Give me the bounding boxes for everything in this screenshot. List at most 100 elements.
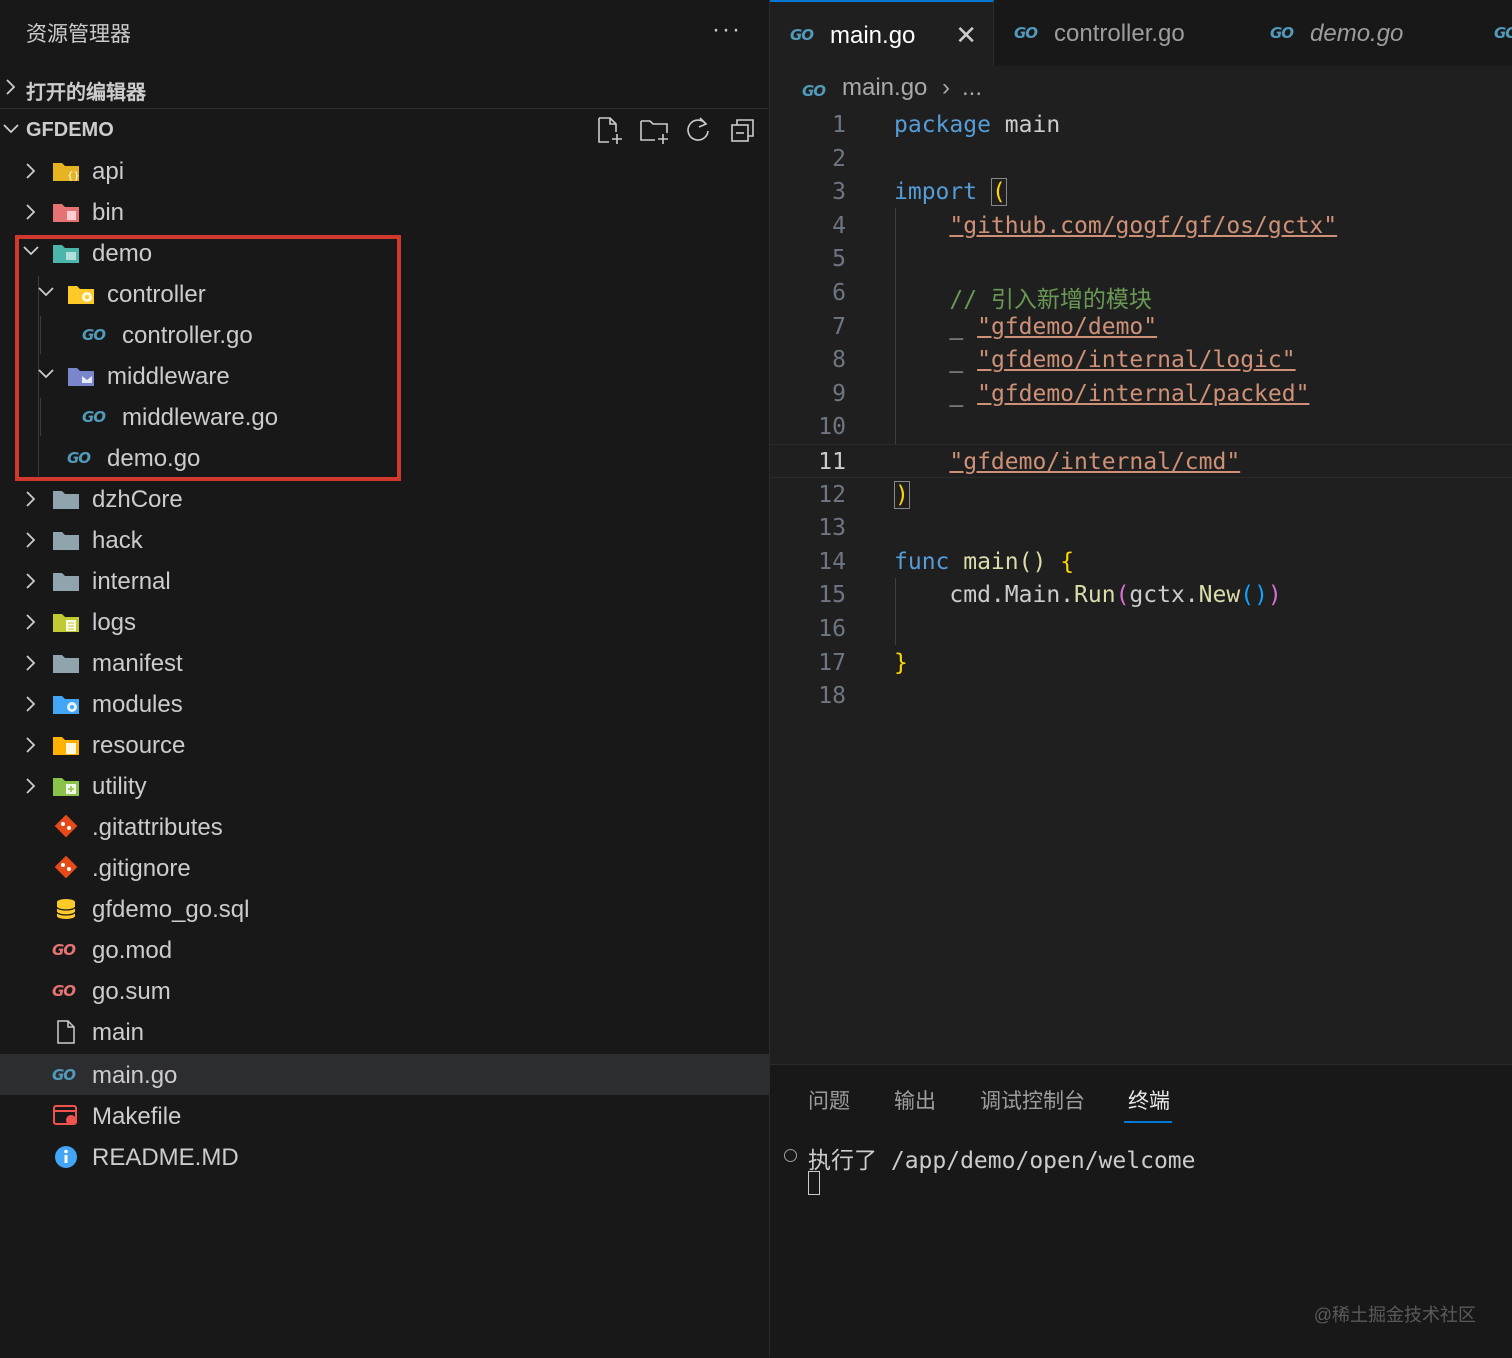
bracket: { (1046, 548, 1075, 575)
tree-item-sql[interactable]: gfdemo_go.sql (0, 888, 769, 929)
tree-item-manifest[interactable]: manifest (0, 642, 769, 683)
string-literal: "gfdemo/internal/logic" (977, 347, 1296, 374)
blank-identifier: _ (949, 347, 978, 374)
tree-item-internal[interactable]: internal (0, 560, 769, 601)
identifier: gctx. (1129, 582, 1199, 609)
chevron-right-icon (26, 204, 36, 220)
chevron-down-icon (38, 369, 54, 379)
explorer-title: 资源管理器 (26, 23, 131, 46)
tab-main-go[interactable]: GO main.go ✕ (770, 0, 994, 66)
tab-terminal[interactable]: 终端 (1128, 1085, 1170, 1115)
tree-item-label: dzhCore (92, 486, 183, 513)
refresh-icon[interactable] (682, 114, 714, 146)
tree-item-go-sum[interactable]: GO go.sum (0, 970, 769, 1011)
tree-item-go-mod[interactable]: GO go.mod (0, 929, 769, 970)
code-line: 7 _ "gfdemo/demo" (770, 310, 1512, 344)
go-mod-icon: GO (52, 982, 76, 1000)
tab-debug-console[interactable]: 调试控制台 (980, 1085, 1085, 1115)
git-icon (54, 856, 78, 879)
explorer-sidebar: 资源管理器 ··· 打开的编辑器 GFDEMO {} api bin demo … (0, 0, 770, 1357)
code-line: 16 (770, 612, 1512, 646)
tree-item-resource[interactable]: resource (0, 724, 769, 765)
code-line: 4 "github.com/gogf/gf/os/gctx" (770, 209, 1512, 243)
tab-overflow[interactable]: GO (1474, 0, 1512, 66)
folder-bin-icon (53, 204, 79, 222)
tree-item-label: logs (92, 609, 137, 636)
chevron-right-icon (6, 79, 16, 95)
line-number: 6 (832, 280, 846, 306)
line-number: 10 (818, 414, 846, 441)
code-line: 9 _ "gfdemo/internal/packed" (770, 377, 1512, 411)
new-file-icon[interactable] (593, 114, 625, 146)
collapse-all-icon[interactable] (727, 114, 759, 146)
bracket: ) (1267, 582, 1282, 609)
go-file-icon: GO (1270, 24, 1294, 42)
tab-problems[interactable]: 问题 (808, 1085, 850, 1115)
tree-item-middleware-go[interactable]: GO middleware.go (0, 396, 769, 437)
tree-item-demo-go[interactable]: GO demo.go (0, 437, 769, 478)
more-actions-icon[interactable]: ··· (712, 16, 742, 44)
blank-identifier: _ (949, 313, 978, 340)
tree-item-hack[interactable]: hack (0, 519, 769, 560)
folder-resource-icon (53, 737, 79, 755)
string-literal: "gfdemo/internal/cmd" (949, 449, 1241, 475)
string-literal: "gfdemo/demo" (977, 313, 1158, 340)
line-number: 5 (832, 246, 846, 273)
open-editors-section[interactable]: 打开的编辑器 (0, 66, 769, 109)
tree-item-label: .gitattributes (92, 814, 223, 841)
tree-item-label: Makefile (92, 1103, 182, 1130)
tree-item-label: resource (92, 732, 186, 759)
bracket: } (894, 649, 908, 676)
tree-item-makefile[interactable]: Makefile (0, 1095, 769, 1136)
function-name: Run (1074, 582, 1116, 609)
chevron-right-icon (26, 163, 36, 179)
go-file-icon: GO (790, 26, 814, 44)
line-number: 15 (818, 582, 846, 609)
tree-item-main[interactable]: main (0, 1011, 769, 1052)
watermark: @稀土掘金技术社区 (1313, 1305, 1476, 1325)
breadcrumb-file[interactable]: main.go (842, 74, 927, 102)
tree-item-bin[interactable]: bin (0, 191, 769, 232)
new-folder-icon[interactable] (638, 114, 670, 146)
terminal-status-icon (784, 1149, 797, 1162)
close-icon[interactable]: ✕ (955, 20, 977, 51)
string-literal: "github.com/gogf/gf/os/gctx" (949, 212, 1338, 239)
folder-middleware-icon (68, 368, 94, 386)
tree-item-gitignore[interactable]: .gitignore (0, 847, 769, 888)
tree-item-modules[interactable]: modules (0, 683, 769, 724)
tree-item-gitattributes[interactable]: .gitattributes (0, 806, 769, 847)
code-line: 5 (770, 242, 1512, 276)
tab-output[interactable]: 输出 (894, 1085, 936, 1115)
tree-item-readme[interactable]: README.MD (0, 1136, 769, 1177)
code-line: 13 (770, 511, 1512, 545)
active-tab-indicator (1124, 1121, 1172, 1123)
tree-item-utility[interactable]: utility (0, 765, 769, 806)
tree-item-label: gfdemo_go.sql (92, 896, 250, 923)
tree-item-main-go[interactable]: GO main.go (0, 1054, 769, 1095)
folder-icon (53, 573, 79, 591)
tree-item-controller-go[interactable]: GO controller.go (0, 314, 769, 355)
go-file-icon: GO (82, 408, 106, 426)
terminal-cursor[interactable] (808, 1171, 820, 1195)
tree-item-middleware[interactable]: middleware (0, 355, 769, 396)
line-number: 3 (832, 179, 846, 206)
terminal-output: 执行了 /app/demo/open/welcome (808, 1148, 1196, 1174)
bracket: ( (1115, 582, 1130, 609)
tree-item-dzhcore[interactable]: dzhCore (0, 478, 769, 519)
tree-item-label: modules (92, 691, 183, 718)
tree-item-demo[interactable]: demo (0, 232, 769, 273)
tree-item-controller[interactable]: controller (0, 273, 769, 314)
breadcrumb-symbols[interactable]: ... (962, 74, 982, 102)
line-number: 4 (832, 212, 846, 239)
tree-item-label: internal (92, 568, 171, 595)
line-number: 8 (832, 347, 846, 374)
tree-item-label: go.sum (92, 978, 171, 1005)
tab-demo-go[interactable]: GO demo.go (1250, 0, 1475, 66)
tree-item-label: main (92, 1019, 145, 1046)
tree-item-logs[interactable]: logs (0, 601, 769, 642)
code-line-current: 11 "gfdemo/internal/cmd" (770, 444, 1512, 478)
tab-controller-go[interactable]: GO controller.go (994, 0, 1251, 66)
tree-item-api[interactable]: {} api (0, 150, 769, 191)
line-number: 17 (818, 649, 846, 676)
line-number: 2 (832, 145, 846, 172)
